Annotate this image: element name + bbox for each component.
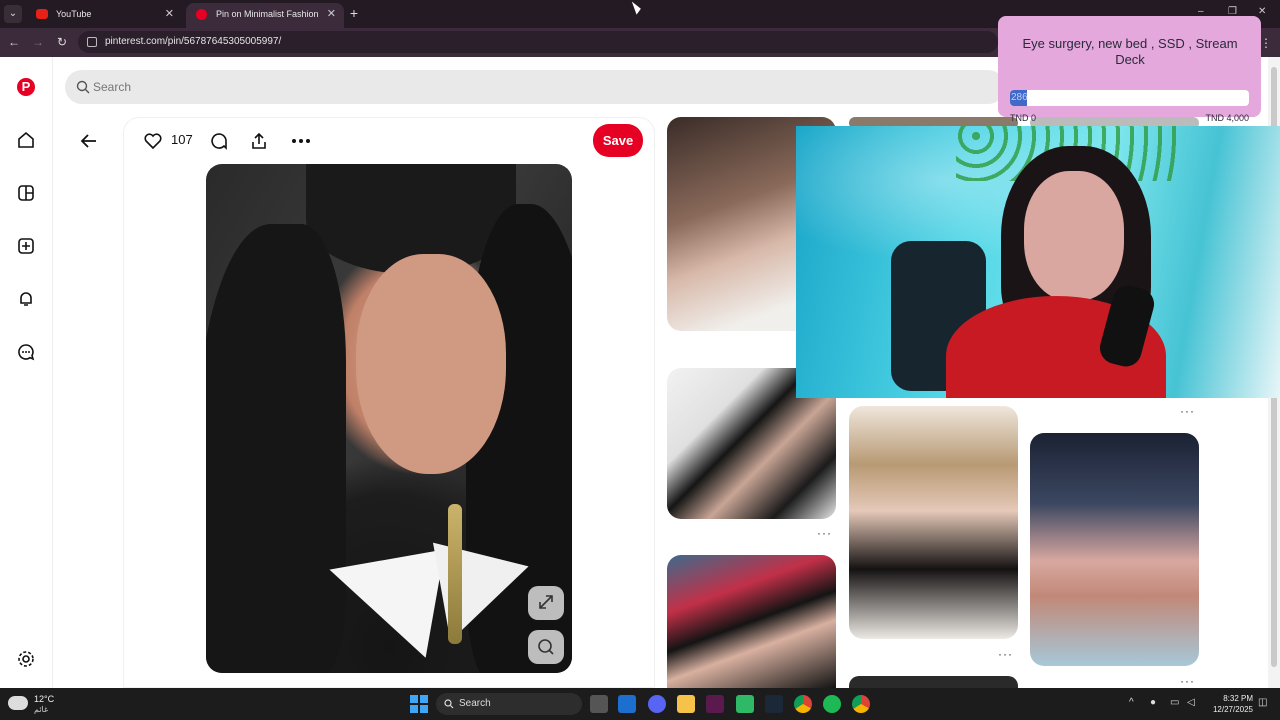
create-icon[interactable] xyxy=(16,236,36,256)
comment-icon[interactable] xyxy=(209,130,229,152)
pinterest-sidebar: P xyxy=(0,57,53,688)
related-pin-thumbnail[interactable] xyxy=(849,406,1018,639)
reload-icon[interactable]: ↻ xyxy=(54,34,70,50)
home-icon[interactable] xyxy=(16,130,36,150)
close-window-button[interactable]: ✕ xyxy=(1258,6,1266,17)
tab-pinterest[interactable]: Pin on Minimalist Fashion ✕ xyxy=(186,3,344,28)
windows-taskbar: 12°C غائم Search ^ ● ▭ ◁ 8:32 PM 12/27/2… xyxy=(0,688,1280,720)
explore-icon[interactable] xyxy=(16,183,36,203)
microphone-icon[interactable]: ● xyxy=(1150,697,1156,708)
outlook-icon[interactable] xyxy=(618,695,636,713)
image-detail xyxy=(448,504,462,644)
chrome-icon[interactable] xyxy=(852,695,870,713)
related-pin-thumbnail[interactable] xyxy=(667,555,836,688)
clock-time: 8:32 PM xyxy=(1223,694,1253,703)
app-icon[interactable] xyxy=(736,695,754,713)
back-arrow-icon[interactable] xyxy=(78,130,100,152)
pinterest-search-bar[interactable] xyxy=(65,70,1005,104)
webcam-detail xyxy=(1024,171,1124,301)
steam-icon[interactable] xyxy=(765,695,783,713)
visual-search-button[interactable] xyxy=(528,630,564,664)
browser-menu-icon[interactable]: ⋮ xyxy=(1260,36,1272,50)
settings-gear-icon[interactable] xyxy=(16,649,36,669)
close-tab-icon[interactable]: ✕ xyxy=(327,3,336,25)
clock-date: 12/27/2025 xyxy=(1212,705,1253,714)
tab-search-button[interactable]: ⌄ xyxy=(4,5,22,23)
pinterest-favicon-icon xyxy=(196,9,207,20)
discord-icon[interactable] xyxy=(648,695,666,713)
related-pin-thumbnail[interactable] xyxy=(849,676,1018,688)
start-tile xyxy=(420,695,428,703)
url-text: pinterest.com/pin/567876453050059​97/ xyxy=(105,36,282,47)
more-options-icon[interactable] xyxy=(290,130,312,152)
start-tile xyxy=(410,695,418,703)
messages-icon[interactable] xyxy=(16,342,36,362)
lens-search-icon xyxy=(538,639,554,655)
image-detail xyxy=(356,254,506,474)
donation-min-label: TND 0 xyxy=(1010,113,1037,123)
mouse-cursor-icon xyxy=(631,0,643,15)
expand-image-button[interactable] xyxy=(528,586,564,620)
youtube-favicon-icon xyxy=(36,9,48,19)
expand-icon xyxy=(539,595,553,609)
screen: { "browser": { "tabs": [ {"label": "YouT… xyxy=(0,0,1280,720)
new-tab-button[interactable]: + xyxy=(346,4,362,22)
like-heart-icon[interactable] xyxy=(143,130,163,152)
image-detail xyxy=(317,530,445,658)
cloud-weather-icon xyxy=(8,696,28,710)
start-tile xyxy=(410,705,418,713)
donation-goal-title: Eye surgery, new bed , SSD , Stream Deck xyxy=(1022,36,1238,67)
forward-icon[interactable]: → xyxy=(30,34,46,50)
windows-start-icon[interactable] xyxy=(410,695,428,713)
start-tile xyxy=(420,705,428,713)
tab-label: Pin on Minimalist Fashion xyxy=(216,9,319,19)
file-explorer-icon[interactable] xyxy=(677,695,695,713)
streamer-webcam-overlay xyxy=(796,126,1280,398)
save-button[interactable]: Save xyxy=(593,124,643,157)
notifications-icon[interactable] xyxy=(16,289,36,309)
tab-youtube[interactable]: YouTube ✕ xyxy=(26,3,182,28)
pin-main-image[interactable] xyxy=(206,164,572,673)
notification-icon[interactable]: ◫ xyxy=(1258,697,1267,708)
spotify-icon[interactable] xyxy=(823,695,841,713)
related-pin-thumbnail[interactable] xyxy=(1030,433,1199,666)
donation-max-label: TND 4,000 xyxy=(1205,113,1249,123)
back-icon[interactable]: ← xyxy=(6,34,22,50)
taskbar-search[interactable]: Search xyxy=(436,693,582,715)
like-count: 107 xyxy=(171,132,193,147)
search-icon xyxy=(76,80,90,94)
weather-condition: غائم xyxy=(34,705,49,714)
donation-goal-widget: Eye surgery, new bed , SSD , Stream Deck… xyxy=(998,16,1261,123)
pinterest-logo-icon[interactable]: P xyxy=(17,78,35,96)
donation-progress-bar xyxy=(1010,90,1249,106)
tab-label: YouTube xyxy=(56,9,92,19)
close-tab-icon[interactable]: ✕ xyxy=(165,3,174,25)
network-icon[interactable]: ▭ xyxy=(1170,697,1179,708)
task-view-icon[interactable] xyxy=(590,695,608,713)
pin-more-icon[interactable]: ··· xyxy=(998,647,1013,661)
taskbar-search-label: Search xyxy=(459,698,491,709)
tray-overflow-icon[interactable]: ^ xyxy=(1129,697,1134,708)
search-input[interactable] xyxy=(93,70,693,104)
share-icon[interactable] xyxy=(249,130,269,152)
volume-icon[interactable]: ◁ xyxy=(1187,697,1195,708)
site-info-icon[interactable] xyxy=(87,37,97,47)
search-icon xyxy=(444,699,454,709)
pin-more-icon[interactable]: ··· xyxy=(817,526,832,540)
pin-more-icon[interactable]: ··· xyxy=(1180,404,1195,418)
donation-current-amount: 286 xyxy=(1011,92,1028,103)
app-icon[interactable] xyxy=(706,695,724,713)
pin-more-icon[interactable]: ··· xyxy=(1180,674,1195,688)
chrome-icon[interactable] xyxy=(794,695,812,713)
weather-temperature: 12°C xyxy=(34,694,55,704)
taskbar-clock[interactable]: 8:32 PM 12/27/2025 xyxy=(1205,693,1253,715)
url-bar[interactable]: pinterest.com/pin/567876453050059​97/ xyxy=(78,31,998,53)
